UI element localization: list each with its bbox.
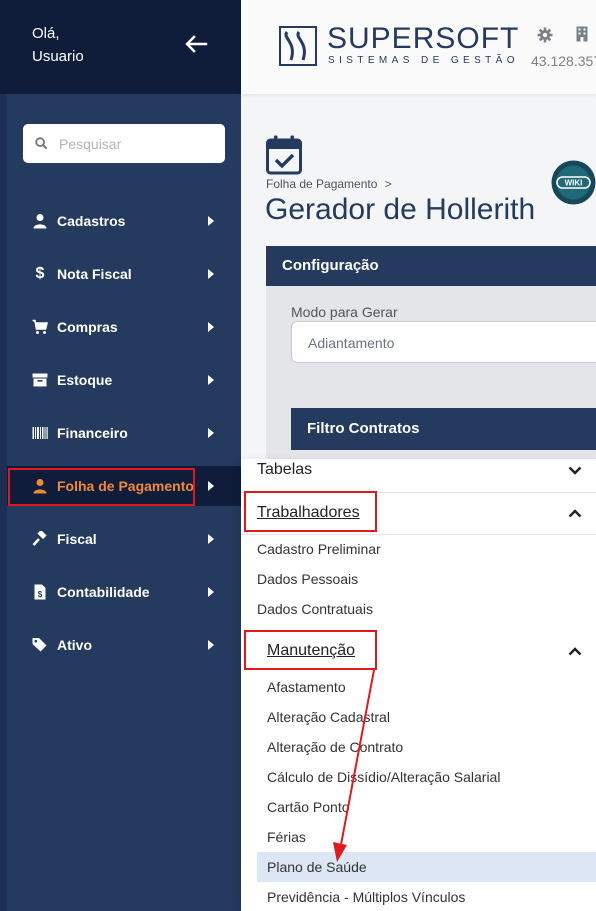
caret-right-icon — [208, 481, 214, 491]
menu-item-dados-contratuais[interactable]: Dados Contratuais — [257, 601, 373, 617]
caret-right-icon — [208, 587, 214, 597]
brand-tagline: SISTEMAS DE GESTÃO — [328, 55, 519, 66]
sidebar-edge — [0, 94, 7, 911]
building-icon[interactable] — [576, 26, 588, 42]
tags-icon — [32, 638, 47, 652]
annotation-highlight-box — [244, 630, 377, 670]
collapse-arrow-icon[interactable] — [184, 34, 208, 54]
menu-item-ferias[interactable]: Férias — [267, 829, 306, 845]
filter-contracts-header: Filtro Contratos — [291, 408, 596, 450]
sidebar: Olá, Usuario Cadastros $ Nota Fiscal Com… — [0, 0, 241, 911]
wiki-label: WIKI — [565, 179, 583, 188]
sidebar-item-nota-fiscal[interactable]: $ Nota Fiscal — [7, 254, 241, 294]
caret-right-icon — [208, 375, 214, 385]
box-icon — [32, 373, 48, 387]
svg-text:$: $ — [38, 590, 43, 599]
sidebar-item-ativo[interactable]: Ativo — [7, 625, 241, 665]
menu-item-cadastro-preliminar[interactable]: Cadastro Preliminar — [257, 541, 381, 557]
gavel-icon — [32, 531, 47, 546]
sidebar-item-label: Estoque — [57, 372, 113, 388]
search-input[interactable] — [59, 135, 209, 152]
sidebar-item-label: Compras — [57, 319, 118, 335]
wiki-button[interactable]: WIKI — [551, 160, 596, 205]
dollar-icon: $ — [35, 265, 45, 282]
file-dollar-icon: $ — [34, 584, 46, 600]
config-panel-header: Configuração — [266, 246, 596, 286]
caret-right-icon — [208, 269, 214, 279]
supersoft-logo-icon — [279, 26, 317, 66]
annotation-highlight-box — [244, 491, 377, 532]
mode-label: Modo para Gerar — [291, 304, 398, 320]
user-icon — [33, 214, 47, 229]
company-id: 43.128.357 — [531, 53, 596, 69]
menu-item-dados-pessoais[interactable]: Dados Pessoais — [257, 571, 358, 587]
sidebar-item-fiscal[interactable]: Fiscal — [7, 519, 241, 559]
caret-right-icon — [208, 534, 214, 544]
calendar-check-icon — [266, 135, 302, 175]
barcode-icon — [32, 427, 48, 439]
brand-name: SUPERSOFT — [327, 22, 520, 55]
divider — [241, 534, 596, 535]
sidebar-item-estoque[interactable]: Estoque — [7, 360, 241, 400]
cart-icon — [32, 319, 48, 334]
menu-item-afastamento[interactable]: Afastamento — [267, 679, 346, 695]
caret-right-icon — [208, 322, 214, 332]
menu-item-alteracao-cadastral[interactable]: Alteração Cadastral — [267, 709, 390, 725]
caret-right-icon — [208, 216, 214, 226]
menu-item-alteracao-contrato[interactable]: Alteração de Contrato — [267, 739, 403, 755]
sidebar-item-label: Nota Fiscal — [57, 266, 132, 282]
sidebar-header: Olá, Usuario — [0, 0, 241, 94]
menu-item-previdencia[interactable]: Previdência - Múltiplos Vínculos — [267, 889, 465, 905]
caret-right-icon — [208, 428, 214, 438]
mode-select[interactable]: Adiantamento — [291, 321, 596, 363]
menu-item-plano-de-saude[interactable]: Plano de Saúde — [267, 859, 367, 875]
sidebar-item-financeiro[interactable]: Financeiro — [7, 413, 241, 453]
menu-item-cartao-ponto[interactable]: Cartão Ponto — [267, 799, 350, 815]
chevron-up-icon[interactable] — [568, 509, 582, 518]
sidebar-search[interactable] — [23, 124, 225, 163]
sidebar-item-label: Ativo — [57, 637, 92, 653]
sidebar-item-contabilidade[interactable]: $ Contabilidade — [7, 572, 241, 612]
gear-icon[interactable] — [537, 27, 553, 43]
chevron-down-icon[interactable] — [568, 466, 582, 475]
user-greeting: Olá, Usuario — [32, 22, 84, 68]
greeting-username: Usuario — [32, 48, 84, 65]
sidebar-item-label: Financeiro — [57, 425, 128, 441]
breadcrumb: Folha de Pagamento > — [266, 177, 392, 191]
page-title: Gerador de Hollerith — [265, 193, 536, 226]
search-icon — [35, 137, 48, 150]
sidebar-item-compras[interactable]: Compras — [7, 307, 241, 347]
sidebar-item-label: Fiscal — [57, 531, 97, 547]
section-tabelas[interactable]: Tabelas — [257, 461, 312, 479]
annotation-highlight-box — [8, 468, 195, 506]
breadcrumb-separator: > — [384, 177, 392, 191]
greeting-line1: Olá, — [32, 25, 60, 42]
caret-right-icon — [208, 640, 214, 650]
sidebar-item-label: Contabilidade — [57, 584, 150, 600]
menu-item-calculo-dissidio[interactable]: Cálculo de Dissídio/Alteração Salarial — [267, 769, 500, 785]
breadcrumb-link[interactable]: Folha de Pagamento — [266, 177, 377, 191]
sidebar-item-cadastros[interactable]: Cadastros — [7, 201, 241, 241]
top-bar: SUPERSOFT SISTEMAS DE GESTÃO 43.128.357 — [241, 0, 596, 94]
folha-pagamento-flyout: Tabelas Trabalhadores Cadastro Prelimina… — [241, 459, 596, 911]
sidebar-item-label: Cadastros — [57, 213, 126, 229]
chevron-up-icon[interactable] — [568, 647, 582, 656]
